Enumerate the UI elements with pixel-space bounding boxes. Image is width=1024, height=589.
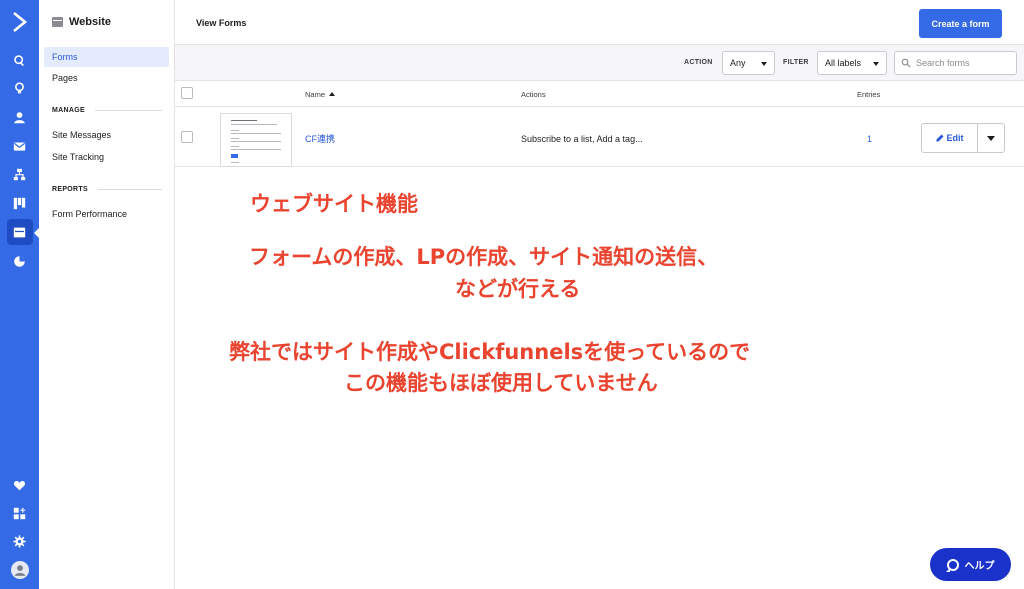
form-entries-link[interactable]: 1 [867,134,872,144]
label-filter-value: All labels [825,58,862,68]
page-header: View Forms Create a form [175,0,1024,45]
form-thumbnail[interactable] [220,113,292,167]
sidebar-section-reports: REPORTS [52,186,162,193]
sidebar-item-label: Site Messages [52,130,112,140]
settings-gear-icon[interactable] [0,528,39,554]
search-input[interactable] [916,58,1011,68]
mail-icon[interactable] [0,133,39,159]
edit-label: Edit [946,133,964,143]
reports-pie-icon[interactable] [0,248,39,274]
website-sidebar: Website Forms Pages MANAGE Site Messages… [39,0,175,589]
sidebar-item-site-messages[interactable]: Site Messages [44,125,169,145]
sidebar-item-label: Site Tracking [52,152,105,162]
edit-dropdown-button[interactable] [978,124,1004,152]
sidebar-section-manage: MANAGE [52,107,162,114]
sidebar-item-label: Forms [52,52,78,62]
form-actions-text: Subscribe to a list, Add a tag... [521,134,643,144]
column-header-name[interactable]: Name [305,90,336,99]
column-header-actions: Actions [521,90,546,99]
sort-ascending-icon [329,92,336,96]
activecampaign-logo-icon[interactable] [8,10,30,34]
edit-button-group: Edit [921,123,1005,153]
website-icon [52,17,63,27]
section-title: MANAGE [52,107,85,114]
column-label: Name [305,90,326,99]
chat-bubble-icon [945,558,959,572]
search-box[interactable] [894,51,1017,75]
action-filter-label: ACTION [684,59,713,66]
label-filter-label: FILTER [783,59,809,66]
website-icon-highlight [6,219,33,245]
search-icon[interactable] [0,47,39,73]
chevron-down-icon [873,62,879,66]
pencil-icon [936,134,943,142]
annotation-line: 弊社ではサイト作成やClickfunnelsを使っているので [229,340,751,364]
automation-icon[interactable] [0,161,39,187]
annotation-heading: ウェブサイト機能 [250,192,418,216]
annotation-line: この機能もほぼ使用していません [344,371,658,395]
app-root: Website Forms Pages MANAGE Site Messages… [0,0,1024,589]
sidebar-item-pages[interactable]: Pages [44,68,169,88]
help-button[interactable]: ヘルプ [930,548,1011,581]
forms-table-header: Name Actions Entries [175,81,1024,107]
chevron-down-icon [761,62,767,66]
sidebar-item-label: Form Performance [52,209,128,219]
table-row: CF連携 Subscribe to a list, Add a tag... 1… [175,107,1024,167]
sidebar-item-forms[interactable]: Forms [44,47,169,67]
page-title: View Forms [196,18,247,28]
label-filter-select[interactable]: All labels [817,51,887,75]
thumbnail-submit [231,154,238,158]
sidebar-item-site-tracking[interactable]: Site Tracking [44,147,169,167]
search-icon [901,58,911,68]
sidebar-title: Website [69,16,111,28]
chevron-down-icon [987,135,995,141]
annotation-line: などが行える [455,277,581,301]
create-form-button[interactable]: Create a form [919,9,1002,38]
help-label: ヘルプ [964,561,995,572]
action-select-value: Any [730,58,746,68]
row-checkbox[interactable] [181,131,193,143]
form-name-link[interactable]: CF連携 [305,132,335,145]
deals-pipeline-icon[interactable] [0,190,39,216]
heart-icon[interactable] [0,472,39,498]
annotation-line: フォームの作成、LPの作成、サイト通知の送信、 [249,245,719,269]
user-avatar-icon[interactable] [0,557,39,583]
lightbulb-icon[interactable] [0,75,39,101]
sidebar-item-form-performance[interactable]: Form Performance [44,204,169,224]
section-title: REPORTS [52,186,88,193]
icon-rail [0,0,39,589]
contact-icon[interactable] [0,104,39,130]
edit-button[interactable]: Edit [922,124,978,152]
filter-bar: ACTION Any FILTER All labels [175,45,1024,81]
select-all-checkbox[interactable] [181,87,193,99]
sidebar-header: Website [52,16,111,28]
action-select[interactable]: Any [722,51,775,75]
column-header-entries: Entries [857,90,881,99]
apps-add-icon[interactable] [0,500,39,526]
sidebar-item-label: Pages [52,73,78,83]
